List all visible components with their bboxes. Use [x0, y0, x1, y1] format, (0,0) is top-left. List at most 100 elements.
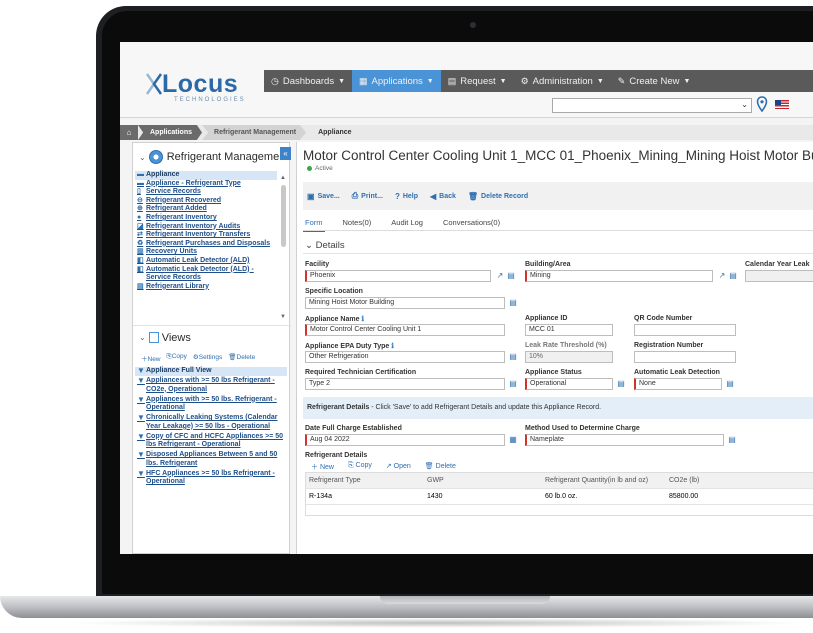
column-header[interactable]: Refrigerant Quantity(in lb and oz)	[542, 477, 666, 484]
delete-record-button[interactable]: 🗑 Delete Record	[468, 192, 528, 201]
app-header: Locus TECHNOLOGIES ◷ Dashboards ▼ ▦ Appl…	[120, 42, 813, 118]
scroll-down-icon[interactable]: ▼	[280, 314, 286, 320]
grid-open-button[interactable]: ↗ Open	[386, 462, 411, 472]
appliance-status-field[interactable]: Operational	[525, 378, 613, 390]
back-button[interactable]: ◀ Back	[430, 192, 456, 201]
date-full-charge-field[interactable]: Aug 04 2022	[305, 434, 505, 446]
view-item[interactable]: ▼ Chronically Leaking Systems (Calendar Y…	[135, 414, 287, 431]
lookup-icon[interactable]: ▤	[725, 379, 735, 389]
help-button[interactable]: ? Help	[395, 192, 418, 201]
menu-item-refrigerant-inventory-transfers[interactable]: ⇄ Refrigerant Inventory Transfers	[135, 231, 277, 240]
views-header[interactable]: ⌄ Views	[133, 325, 291, 349]
nav-applications[interactable]: ▦ Applications ▼	[352, 70, 441, 92]
view-item[interactable]: ▼ Appliance Full View	[135, 367, 287, 376]
qr-code-field[interactable]	[634, 324, 736, 336]
lookup-icon[interactable]: ▤	[616, 379, 626, 389]
lookup-icon[interactable]: ▤	[506, 271, 516, 281]
views-settings-button[interactable]: ⚙Settings	[193, 353, 222, 363]
view-item[interactable]: ▼ HFC Appliances >= 50 lbs Refrigerant - …	[135, 469, 287, 487]
column-header[interactable]: Refrigerant Type	[306, 477, 424, 484]
print-button[interactable]: ⎙ Print...	[352, 191, 383, 201]
views-icon	[148, 332, 159, 343]
nav-request[interactable]: ▤ Request ▼	[441, 70, 514, 92]
menu-item-refrigerant-added[interactable]: ⊕ Refrigerant Added	[135, 205, 277, 214]
locus-logo[interactable]: Locus TECHNOLOGIES	[144, 70, 244, 110]
view-item[interactable]: ▼ Appliances with >= 50 lbs. Refrigerant …	[135, 395, 287, 413]
menu-item-ald-service-records[interactable]: ◧ Automatic Leak Detector (ALD) - Service…	[135, 266, 277, 283]
building-field[interactable]: Mining	[525, 270, 713, 282]
specific-location-field[interactable]: Mining Hoist Motor Building	[305, 297, 505, 309]
nav-create-new[interactable]: ✎ Create New ▼	[611, 70, 698, 92]
grid-delete-button[interactable]: 🗑 Delete	[425, 462, 456, 472]
laptop-mockup: Locus TECHNOLOGIES ◷ Dashboards ▼ ▦ Appl…	[0, 0, 813, 633]
epa-duty-field[interactable]: Other Refrigeration	[305, 351, 505, 363]
open-record-icon[interactable]: ↗	[495, 271, 505, 281]
views-new-button[interactable]: ＋New	[141, 353, 161, 363]
method-charge-field[interactable]: Nameplate	[525, 434, 724, 446]
menu-item-refrigerant-library[interactable]: ▤ Refrigerant Library	[135, 283, 277, 292]
menu-item-ald[interactable]: ◧ Automatic Leak Detector (ALD)	[135, 257, 277, 266]
save-button[interactable]: ▣ Save...	[307, 192, 340, 201]
menu-item-appliance[interactable]: ▬ Appliance	[135, 171, 277, 180]
info-icon[interactable]: ℹ	[361, 316, 364, 323]
open-record-icon[interactable]: ↗	[717, 271, 727, 281]
menu-item-refrigerant-inventory-audits[interactable]: ◪ Refrigerant Inventory Audits	[135, 223, 277, 232]
ald-field[interactable]: None	[634, 378, 722, 390]
grid-new-button[interactable]: ＋ New	[311, 462, 334, 472]
view-label: Copy of CFC and HCFC Appliances >= 50 lb…	[146, 432, 284, 449]
ald-label: Automatic Leak Detection	[634, 369, 720, 376]
grid-copy-button[interactable]: ⎘ Copy	[348, 462, 372, 472]
views-copy-button[interactable]: ⎘Copy	[167, 353, 187, 363]
tech-cert-field[interactable]: Type 2	[305, 378, 505, 390]
module-header[interactable]: ⌄ Refrigerant Management	[133, 143, 291, 171]
menu-item-label: Recovery Units	[146, 248, 197, 256]
lookup-icon[interactable]: ▤	[727, 435, 737, 445]
menu-item-appliance-refrigerant-type[interactable]: ▬ Appliance - Refrigerant Type	[135, 180, 277, 189]
specific-location-label: Specific Location	[305, 288, 363, 295]
menu-item-recovery-units[interactable]: ▥ Recovery Units	[135, 248, 277, 257]
menu-item-refrigerant-purchases[interactable]: ♻ Refrigerant Purchases and Disposals	[135, 240, 277, 249]
menu-scrollbar[interactable]: ▲ ▼	[280, 175, 287, 320]
global-select[interactable]: ⌄	[552, 98, 752, 113]
table-cell: 85800.00	[669, 493, 699, 500]
refrigerant-module-icon	[148, 150, 163, 164]
lookup-icon[interactable]: ▤	[728, 271, 738, 281]
home-icon[interactable]: ⌂	[120, 125, 138, 140]
notice-text: - Click 'Save' to add Refrigerant Detail…	[369, 404, 602, 411]
table-row[interactable]: R-134a 1430 60 lb.0 oz. 85800.00	[306, 489, 813, 505]
info-icon[interactable]: ℹ	[391, 343, 394, 350]
view-item[interactable]: ▼ Disposed Appliances Between 5 and 50 lb…	[135, 451, 287, 468]
details-section-header[interactable]: ⌄ Details	[305, 240, 345, 251]
nav-dashboards[interactable]: ◷ Dashboards ▼	[264, 70, 352, 92]
breadcrumb-refrigerant-management[interactable]: Refrigerant Management	[202, 125, 307, 140]
registration-field[interactable]	[634, 351, 736, 363]
collapse-panel-button[interactable]: «	[280, 147, 291, 160]
menu-item-refrigerant-inventory[interactable]: ● Refrigerant Inventory	[135, 214, 277, 223]
column-header[interactable]: GWP	[424, 477, 542, 484]
menu-item-service-records[interactable]: ▯ Service Records	[135, 188, 277, 197]
refrigerant-details-notice: Refrigerant Details - Click 'Save' to ad…	[303, 397, 813, 419]
us-flag-icon[interactable]	[775, 100, 789, 109]
facility-field[interactable]: Phoenix	[305, 270, 491, 282]
view-item[interactable]: ▼ Appliances with >= 50 lbs Refrigerant -…	[135, 376, 287, 394]
calendar-icon[interactable]: ▦	[508, 435, 518, 445]
view-label: Appliances with >= 50 lbs Refrigerant - …	[146, 376, 275, 393]
caret-down-icon: ▼	[426, 77, 434, 85]
nav-administration[interactable]: ⚙ Administration ▼	[514, 70, 611, 92]
refrigerant-details-title: Refrigerant Details	[305, 452, 368, 459]
menu-item-label: Refrigerant Inventory Audits	[146, 222, 241, 230]
lookup-icon[interactable]: ▤	[508, 352, 518, 362]
location-pin-icon[interactable]	[756, 96, 768, 112]
lookup-icon[interactable]: ▤	[508, 379, 518, 389]
breadcrumb-applications[interactable]: Applications	[138, 125, 203, 140]
appliance-id-field[interactable]: MCC 01	[525, 324, 613, 336]
menu-item-label: Appliance - Refrigerant Type	[146, 179, 241, 187]
column-header[interactable]: CO2e (lb)	[666, 477, 746, 484]
scrollbar-thumb[interactable]	[281, 185, 286, 247]
views-delete-button[interactable]: 🗑Delete	[228, 353, 255, 363]
view-item[interactable]: ▼ Copy of CFC and HCFC Appliances >= 50 l…	[135, 432, 287, 450]
scroll-up-icon[interactable]: ▲	[280, 175, 286, 181]
menu-item-refrigerant-recovered[interactable]: ⊖ Refrigerant Recovered	[135, 197, 277, 206]
appliance-name-field[interactable]: Motor Control Center Cooling Unit 1	[305, 324, 505, 336]
lookup-icon[interactable]: ▤	[508, 298, 518, 308]
